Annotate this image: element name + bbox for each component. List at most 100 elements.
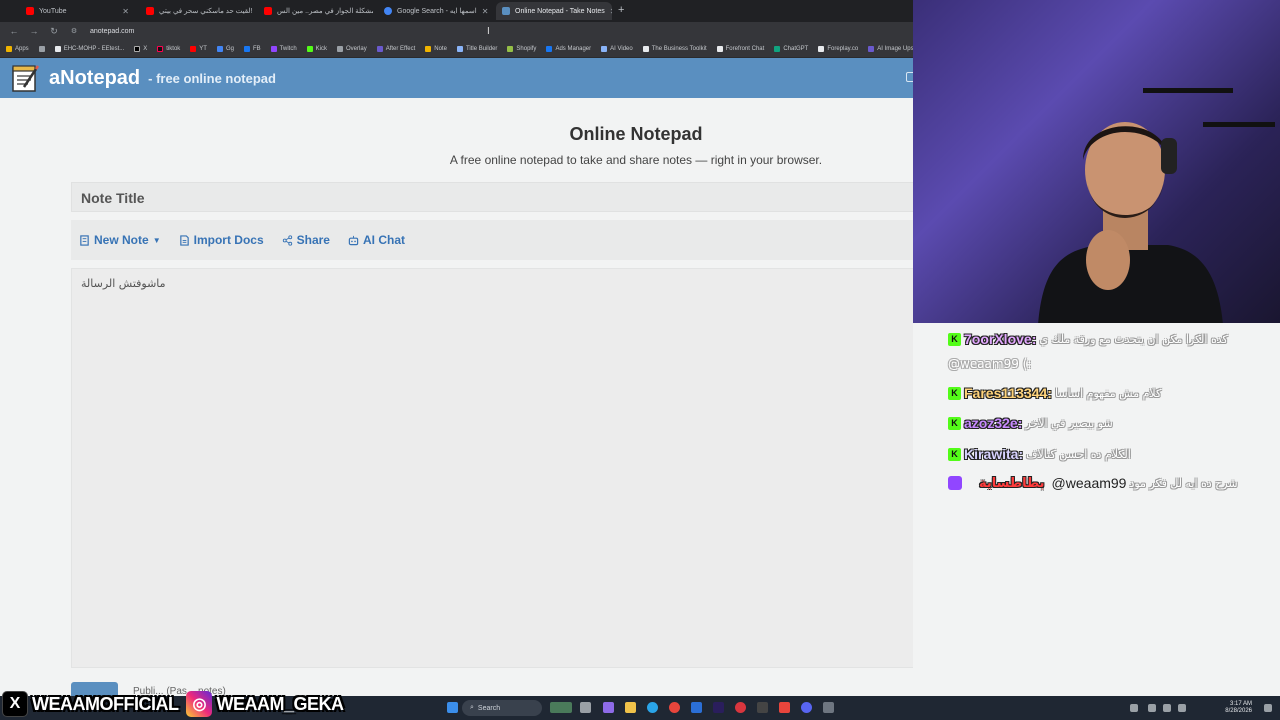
shelf [1143, 88, 1233, 93]
record-icon[interactable] [735, 702, 746, 713]
ai-chat-button[interactable]: AI Chat [348, 233, 405, 247]
chat-message: K 7oorXlove: كده الكرا مكن ان يتحدث مع و… [948, 331, 1228, 347]
chat-text: @weaam99 (: [948, 357, 1032, 371]
bookmark-item[interactable]: EHC-MOHP - EEtest... [54, 45, 124, 52]
back-icon[interactable]: ← [8, 26, 20, 36]
bookmark-item[interactable]: Title Builder [456, 45, 497, 52]
bookmark-item[interactable]: Shopify [507, 45, 536, 52]
app-icon[interactable] [823, 702, 834, 713]
note-editor[interactable]: ماشوفتش الرسالة [71, 268, 931, 668]
premiere-icon[interactable] [713, 702, 724, 713]
youtube-icon [190, 45, 197, 52]
task-view-icon[interactable] [580, 702, 591, 713]
shopify-icon [507, 45, 514, 52]
app-icon[interactable] [757, 702, 768, 713]
chat-text: شو بيصير في الاخر [1025, 416, 1113, 430]
taskbar-search[interactable]: ⌕ Search [462, 700, 542, 716]
wifi-icon[interactable] [1148, 704, 1156, 712]
app-icon[interactable] [603, 702, 614, 713]
bookmark-item[interactable]: tiktok [157, 45, 180, 52]
chrome-icon[interactable] [669, 702, 680, 713]
chat-message: K Kirawita: الكلام ده احسن كتالاف [948, 446, 1131, 462]
tab-online-notepad[interactable]: Online Notepad - Take Notes ✕ [496, 2, 612, 20]
file-icon [179, 234, 189, 246]
bookmark-item[interactable]: FB [243, 45, 261, 52]
google-icon [216, 45, 223, 52]
bookmark-item[interactable]: AI Video [601, 45, 633, 52]
twitch-icon [270, 45, 277, 52]
bookmark-item[interactable]: Twitch [270, 45, 297, 52]
new-note-button[interactable]: New Note ▼ [79, 233, 161, 247]
bookmark-item[interactable]: Foreplay.co [818, 45, 858, 52]
folder-icon[interactable] [625, 702, 636, 713]
edge-icon[interactable] [647, 702, 658, 713]
battery-icon[interactable] [1178, 704, 1186, 712]
bookmark-item[interactable]: Note [425, 45, 447, 52]
volume-icon[interactable] [1163, 704, 1171, 712]
tab-label: Google Search - اسمها ايه [397, 8, 477, 15]
chat-username: بطاطساية [979, 475, 1045, 491]
bookmark-item[interactable]: X [134, 45, 147, 52]
bookmark-item[interactable]: Gg [216, 45, 234, 52]
bookmark-item[interactable]: Forefront Chat [716, 45, 764, 52]
document-icon [80, 234, 89, 246]
kick-icon: K [948, 416, 961, 430]
bookmark-item[interactable]: Ads Manager [546, 45, 591, 52]
bookmark-item[interactable]: Kick [306, 45, 327, 52]
site-info-icon[interactable]: ⚙ [68, 27, 80, 35]
facebook-icon [243, 45, 250, 52]
google-icon [384, 7, 392, 15]
overlay-icon [337, 45, 344, 52]
new-tab-button[interactable]: + [618, 4, 624, 16]
share-button[interactable]: Share [282, 233, 330, 247]
stream-chat: K 7oorXlove: كده الكرا مكن ان يتحدث مع و… [913, 323, 1280, 671]
tray-icon[interactable] [1130, 704, 1138, 712]
note-title-input[interactable]: Note Title [71, 182, 931, 212]
tab-video-3[interactable]: مشكلة الجواز في مصر.. مين الس... ✕ [258, 2, 373, 20]
site-logo-text[interactable]: aNotepad [49, 67, 140, 90]
bookmark-item[interactable]: YT [190, 45, 207, 52]
widget-icon[interactable] [550, 702, 572, 713]
kick-icon: K [948, 386, 961, 400]
bookmark-item[interactable]: Overlay [337, 45, 367, 52]
note-toolbar: New Note ▼ Import Docs Share AI Chat [71, 220, 931, 260]
forward-icon[interactable]: → [28, 26, 40, 36]
url-field[interactable]: anotepad.com [90, 28, 134, 35]
bookmark-item[interactable] [38, 45, 45, 52]
bookmark-apps[interactable]: Apps [6, 45, 29, 52]
app-icon[interactable] [691, 702, 702, 713]
text-cursor-icon: I [487, 26, 490, 37]
notepad-logo-icon[interactable] [10, 63, 42, 93]
tab-youtube[interactable]: YouTube ✕ [20, 2, 135, 20]
close-icon[interactable]: ✕ [482, 7, 489, 16]
notification-icon[interactable] [1264, 704, 1272, 712]
import-docs-button[interactable]: Import Docs [179, 233, 264, 247]
chat-text: شرح ده ايه لل فكر مود [1129, 476, 1238, 490]
webcam-feed [913, 0, 1280, 323]
tab-video-2[interactable]: لقيت حد ماسكني سحر في بيتي! ✕ [140, 2, 255, 20]
bookmark-item[interactable]: The Business Toolkit [642, 45, 707, 52]
taskbar-clock[interactable]: 3:17 AM 8/28/2026 [1225, 701, 1252, 715]
image-icon [868, 45, 875, 52]
editor-content[interactable]: ماشوفتش الرسالة [81, 277, 166, 290]
tab-google-search[interactable]: Google Search - اسمها ايه ✕ [378, 2, 493, 20]
app-icon[interactable] [779, 702, 790, 713]
chat-message: بطاطساية @weaam99 شرح ده ايه لل فكر مود [948, 475, 1238, 491]
close-icon[interactable]: ✕ [610, 7, 612, 16]
bookmark-item[interactable]: ChatGPT [774, 45, 808, 52]
clock-date: 8/28/2026 [1225, 708, 1252, 714]
bookmark-item[interactable]: AI Image Ups... [868, 45, 919, 52]
close-icon[interactable]: ✕ [122, 7, 129, 16]
link-icon [456, 45, 463, 52]
reload-icon[interactable]: ↻ [48, 26, 60, 37]
grid-icon [38, 45, 45, 52]
new-note-label: New Note [94, 233, 149, 247]
windows-start-icon[interactable] [447, 702, 458, 713]
tab-label: لقيت حد ماسكني سحر في بيتي! [159, 8, 253, 15]
twitch-icon [948, 476, 962, 490]
apps-icon [6, 45, 12, 52]
kick-icon: K [948, 447, 961, 461]
robot-icon [348, 235, 359, 245]
bookmark-item[interactable]: After Effect [376, 45, 415, 52]
discord-icon[interactable] [801, 702, 812, 713]
